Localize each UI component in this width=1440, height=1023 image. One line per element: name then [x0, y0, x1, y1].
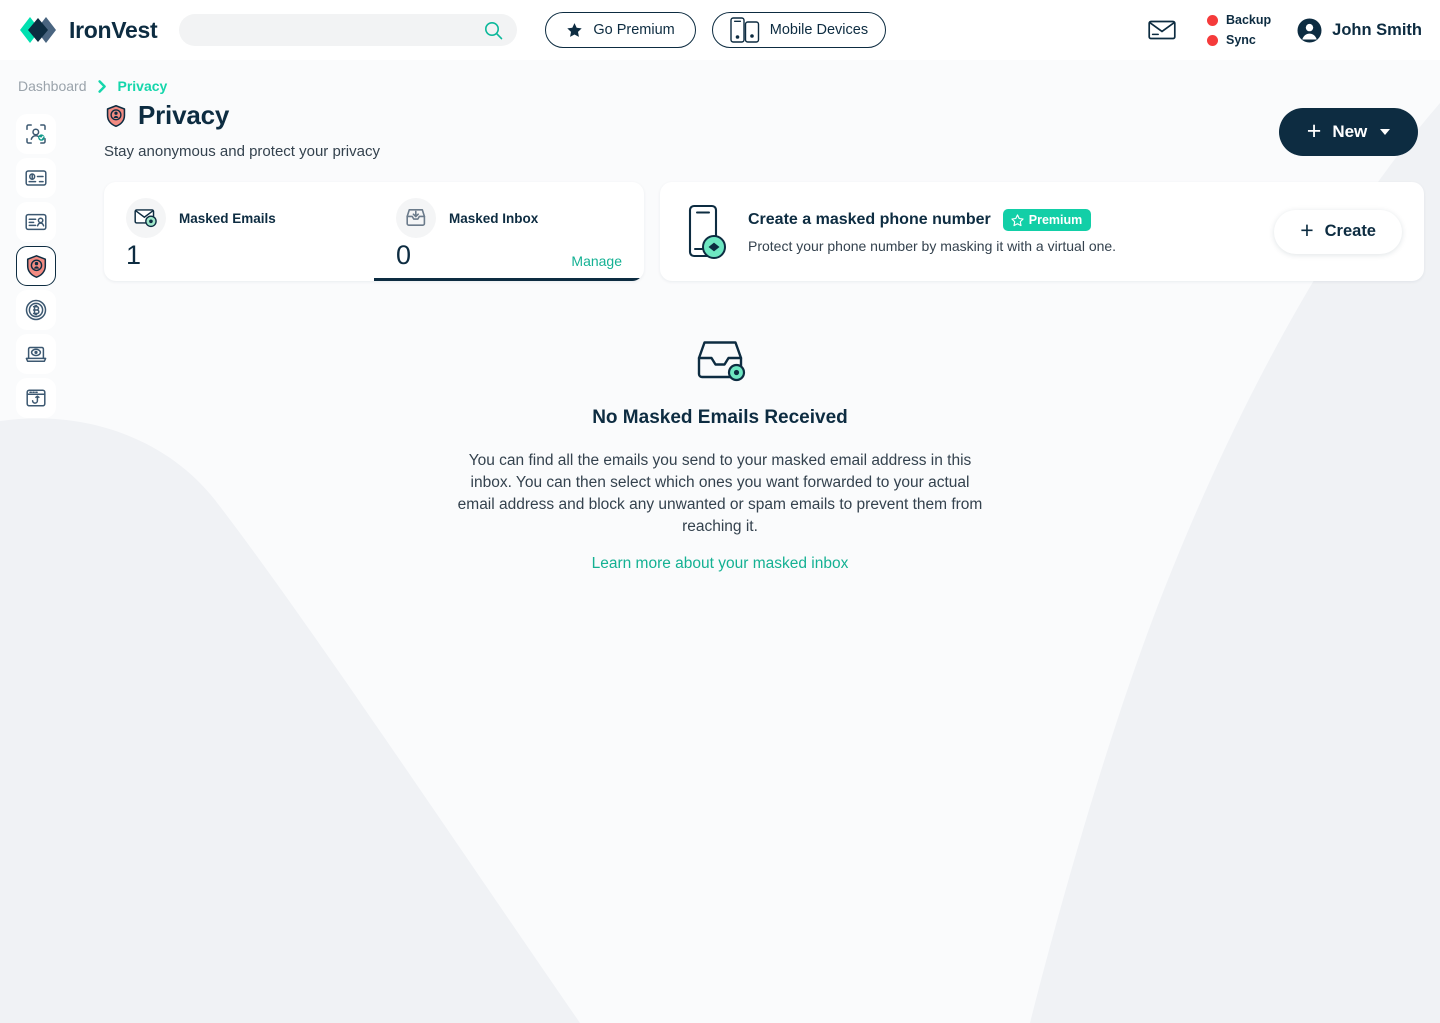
status-backup[interactable]: Backup: [1207, 13, 1271, 27]
empty-state: No Masked Emails Received You can find a…: [0, 337, 1440, 573]
premium-badge-label: Premium: [1028, 213, 1083, 227]
promo-text-block: Create a masked phone number Premium Pro…: [748, 209, 1116, 254]
inbox-check-icon: [697, 341, 746, 382]
search-input[interactable]: [179, 14, 518, 46]
create-button[interactable]: + Create: [1274, 209, 1402, 254]
mobile-devices-label: Mobile Devices: [769, 22, 869, 38]
new-button-label: New: [1332, 122, 1368, 141]
tab-masked-inbox[interactable]: Masked Inbox 0 Manage: [374, 182, 644, 281]
page-title-block: Privacy Stay anonymous and protect your …: [104, 100, 380, 160]
main-content: Privacy Stay anonymous and protect your …: [104, 100, 1424, 281]
mobile-devices-button[interactable]: Mobile Devices: [711, 12, 887, 48]
tab-masked-emails-label: Masked Emails: [179, 210, 276, 226]
chevron-right-icon: [97, 79, 106, 93]
app-root: IronVest Go Premium Mobile Devices Backu…: [0, 0, 1440, 1023]
sidebar-item-crypto[interactable]: [16, 290, 56, 330]
masked-phone-icon: [688, 204, 726, 259]
promo-card-masked-phone: Create a masked phone number Premium Pro…: [660, 182, 1424, 281]
user-menu[interactable]: John Smith: [1297, 18, 1422, 43]
status-sync-label: Sync: [1226, 33, 1256, 47]
tab-masked-inbox-bottom: 0 Manage: [396, 240, 622, 270]
brand-name: IronVest: [69, 16, 158, 43]
app-header: IronVest Go Premium Mobile Devices Backu…: [0, 0, 1440, 60]
status-backup-label: Backup: [1226, 13, 1272, 27]
active-tab-underline: [374, 278, 644, 281]
sidebar-item-monitoring[interactable]: [16, 334, 56, 374]
search-icon[interactable]: [484, 21, 503, 45]
promo-title: Create a masked phone number: [748, 211, 991, 228]
tab-masked-inbox-label: Masked Inbox: [449, 210, 539, 226]
plus-icon: +: [1306, 116, 1322, 145]
header-right-group: Backup Sync John Smith: [1145, 13, 1422, 47]
tab-masked-inbox-head: Masked Inbox: [396, 198, 622, 238]
tab-masked-emails[interactable]: Masked Emails 1: [104, 182, 374, 281]
new-button[interactable]: + New: [1279, 108, 1418, 156]
empty-state-link[interactable]: Learn more about your masked inbox: [592, 555, 849, 573]
tab-masked-emails-head: Masked Emails: [126, 198, 352, 238]
id-card-icon: [25, 213, 47, 231]
credit-card-icon: [25, 170, 47, 186]
empty-state-body: You can find all the emails you send to …: [457, 452, 983, 535]
breadcrumb: Dashboard Privacy: [18, 78, 167, 94]
star-outline-icon: [1011, 213, 1024, 226]
masked-inbox-icon: [396, 198, 436, 238]
page-title-line: Privacy: [104, 100, 380, 131]
empty-state-title: No Masked Emails Received: [592, 407, 848, 428]
sidebar-nav: [16, 114, 56, 418]
brand-logo[interactable]: IronVest: [16, 11, 158, 49]
go-premium-button[interactable]: Go Premium: [545, 12, 696, 48]
page-subtitle: Stay anonymous and protect your privacy: [104, 143, 380, 160]
bitcoin-coin-icon: [25, 299, 47, 321]
status-dot-backup: [1207, 14, 1218, 26]
sidebar-item-cards[interactable]: [16, 158, 56, 198]
status-dot-sync: [1207, 34, 1218, 46]
mail-icon[interactable]: [1145, 13, 1179, 47]
page-header-row: Privacy Stay anonymous and protect your …: [104, 100, 1424, 160]
sidebar-item-identity-protection[interactable]: [16, 114, 56, 154]
promo-title-row: Create a masked phone number Premium: [748, 209, 1116, 231]
avatar-icon: [1297, 18, 1322, 42]
breadcrumb-item-dashboard[interactable]: Dashboard: [18, 78, 87, 94]
promo-description: Protect your phone number by masking it …: [748, 238, 1117, 254]
mobile-devices-icon: [730, 17, 759, 43]
masked-inbox-count: 0: [396, 240, 412, 270]
shield-person-icon: [26, 254, 46, 278]
user-name: John Smith: [1332, 20, 1422, 39]
shield-person-icon: [106, 104, 126, 127]
plus-icon: +: [1300, 217, 1314, 243]
masked-email-icon: [126, 198, 166, 238]
masked-emails-count: 1: [126, 240, 142, 270]
sidebar-item-phishing[interactable]: [16, 378, 56, 418]
cards-row: Masked Emails 1 Masked Inbox 0 Manage Cr…: [104, 182, 1424, 281]
page-title: Privacy: [138, 100, 230, 130]
search-box[interactable]: [179, 14, 518, 46]
browser-hook-icon: [26, 389, 46, 407]
premium-badge: Premium: [1002, 209, 1092, 231]
chevron-down-icon: [1380, 129, 1391, 135]
laptop-eye-icon: [25, 346, 47, 362]
manage-link[interactable]: Manage: [571, 253, 622, 269]
go-premium-label: Go Premium: [593, 22, 675, 38]
tab-masked-emails-bottom: 1: [126, 242, 352, 269]
breadcrumb-item-privacy[interactable]: Privacy: [118, 78, 168, 94]
stats-card: Masked Emails 1 Masked Inbox 0 Manage: [104, 182, 644, 281]
ironvest-logo-icon: [20, 17, 56, 43]
create-button-label: Create: [1324, 222, 1376, 240]
sidebar-item-privacy[interactable]: [16, 246, 56, 286]
star-icon: [567, 22, 583, 37]
status-indicators: Backup Sync: [1207, 13, 1271, 47]
person-scan-icon: [26, 124, 46, 144]
status-sync[interactable]: Sync: [1207, 33, 1271, 47]
sidebar-item-ids[interactable]: [16, 202, 56, 242]
